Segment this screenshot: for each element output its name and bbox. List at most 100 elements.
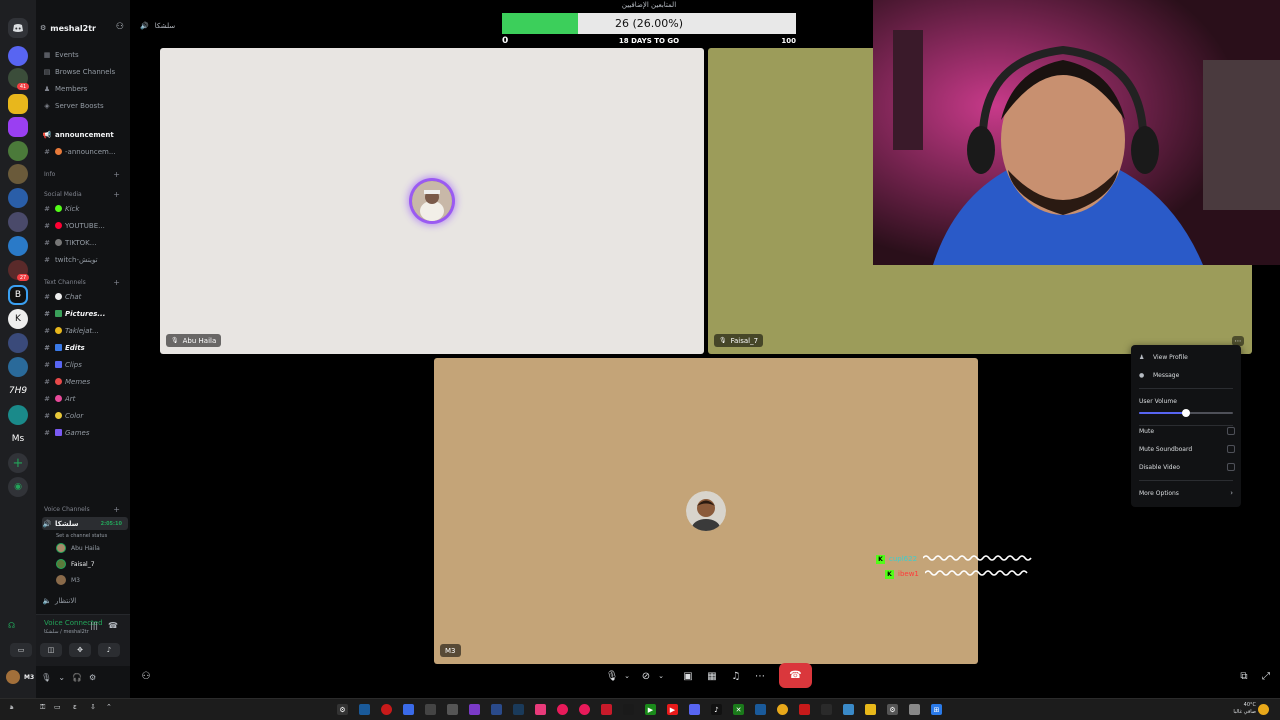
more-options-button[interactable]: ⋯: [753, 666, 767, 686]
server-icon[interactable]: [8, 46, 28, 66]
windows-start-icon[interactable]: ⊞: [931, 704, 942, 715]
server-icon[interactable]: [8, 405, 28, 425]
view-profile-item[interactable]: ♟ View Profile: [1139, 351, 1235, 363]
category-social-media[interactable]: Social Media +: [44, 188, 130, 201]
add-server-icon[interactable]: +: [8, 453, 28, 473]
app-icon[interactable]: [909, 704, 920, 715]
app-icon[interactable]: [579, 704, 590, 715]
add-channel-icon[interactable]: +: [113, 190, 120, 199]
chevron-down-icon[interactable]: ⌄: [655, 666, 667, 686]
app-icon[interactable]: [821, 704, 832, 715]
add-channel-icon[interactable]: +: [113, 278, 120, 287]
activities-button[interactable]: ▦: [705, 666, 719, 686]
category-text-channels[interactable]: Text Channels +: [44, 276, 130, 289]
server-icon[interactable]: [8, 117, 28, 137]
disconnect-button[interactable]: ☎: [779, 663, 812, 688]
screen-share-button[interactable]: ▣: [681, 666, 695, 686]
tray-icon[interactable]: ε: [73, 703, 77, 711]
weather-icon[interactable]: [1258, 704, 1269, 715]
video-tile[interactable]: 🎙 Abu Haila: [160, 48, 704, 354]
channel-announcement-sub[interactable]: # -announcem...: [42, 145, 128, 158]
slider-knob[interactable]: [1182, 409, 1190, 417]
tray-icon[interactable]: ⚿: [40, 703, 45, 712]
server-header[interactable]: ⚙ meshal2tr ⚇: [40, 19, 130, 37]
app-icon[interactable]: [755, 704, 766, 715]
mute-soundboard-checkbox[interactable]: [1227, 445, 1235, 453]
category-info[interactable]: Info +: [44, 168, 130, 181]
channel-games[interactable]: # Games: [42, 426, 128, 439]
app-icon[interactable]: [381, 704, 392, 715]
fullscreen-icon[interactable]: ⤢: [1259, 666, 1273, 686]
tray-icon[interactable]: ▭: [54, 703, 61, 711]
message-item[interactable]: ● Message: [1139, 369, 1235, 381]
channel-edits[interactable]: # Edits: [42, 341, 128, 354]
server-icon[interactable]: [8, 357, 28, 377]
more-options-item[interactable]: More Options ›: [1139, 487, 1235, 499]
nav-item-members[interactable]: ♟ Members: [42, 82, 128, 95]
channel-memes[interactable]: # Memes: [42, 375, 128, 388]
soundboard-button[interactable]: ♫: [729, 666, 743, 686]
app-icon[interactable]: [601, 704, 612, 715]
nav-item-events[interactable]: ▦ Events: [42, 48, 128, 61]
discord-icon[interactable]: [689, 704, 700, 715]
add-channel-icon[interactable]: +: [113, 170, 120, 179]
channel-taklejat[interactable]: # Taklejat...: [42, 324, 128, 337]
gear-icon[interactable]: ⚙: [89, 673, 96, 682]
app-icon[interactable]: [799, 704, 810, 715]
app-icon[interactable]: [425, 704, 436, 715]
microphone-button[interactable]: 🎙: [605, 666, 619, 686]
tiktok-icon[interactable]: ♪: [711, 704, 722, 715]
avatar[interactable]: [6, 670, 20, 684]
server-icon[interactable]: [8, 333, 28, 353]
disable-video-checkbox[interactable]: [1227, 463, 1235, 471]
chevron-down-icon[interactable]: ⌄: [621, 666, 633, 686]
server-icon[interactable]: [8, 94, 28, 114]
add-member-icon[interactable]: ⚇: [116, 22, 124, 32]
nav-item-server-boosts[interactable]: ◈ Server Boosts: [42, 99, 128, 112]
activities-button[interactable]: ✥: [69, 643, 91, 657]
channel-chat[interactable]: # Chat: [42, 290, 128, 303]
channel-color[interactable]: # Color: [42, 409, 128, 422]
app-icon[interactable]: [359, 704, 370, 715]
add-channel-icon[interactable]: +: [113, 505, 120, 514]
server-icon[interactable]: [8, 212, 28, 232]
server-icon[interactable]: 7H9: [8, 381, 28, 401]
channel-announcement[interactable]: 📢 announcement: [42, 128, 128, 141]
voice-user[interactable]: Faisal_7: [56, 557, 95, 571]
app-icon[interactable]: [843, 704, 854, 715]
folder-icon[interactable]: [865, 704, 876, 715]
tray-icon[interactable]: ⇩: [90, 703, 96, 711]
play-icon[interactable]: ▶: [645, 704, 656, 715]
noise-suppression-icon[interactable]: |||: [90, 621, 98, 630]
user-volume-slider[interactable]: [1139, 409, 1233, 417]
discover-icon[interactable]: ◉: [8, 477, 28, 497]
xbox-icon[interactable]: ✕: [733, 704, 744, 715]
voice-channel-waiting[interactable]: 🔈 الانتظار: [42, 594, 128, 607]
activity-icon[interactable]: ⚇: [140, 666, 152, 686]
channel-art[interactable]: # Art: [42, 392, 128, 405]
channel-youtube[interactable]: # YOUTUBE...: [42, 219, 128, 232]
voice-user[interactable]: M3: [56, 573, 80, 587]
server-icon[interactable]: [8, 164, 28, 184]
app-icon[interactable]: ⚙: [337, 704, 348, 715]
server-icon[interactable]: [8, 188, 28, 208]
server-icon[interactable]: [8, 141, 28, 161]
camera-off-button[interactable]: ⊘: [639, 666, 653, 686]
server-icon[interactable]: K: [8, 309, 28, 329]
tray-icon[interactable]: ه‍: [10, 703, 14, 711]
youtube-icon[interactable]: ▶: [667, 704, 678, 715]
app-icon[interactable]: [403, 704, 414, 715]
voice-user[interactable]: Abu Haila: [56, 541, 100, 555]
mute-soundboard-item[interactable]: Mute Soundboard: [1139, 443, 1235, 455]
weather-clock[interactable]: 40°C صافي غالبا: [1233, 702, 1256, 716]
screen-share-button[interactable]: ◫: [40, 643, 62, 657]
gear-icon[interactable]: ⚙: [887, 704, 898, 715]
soundboard-button[interactable]: ♪: [98, 643, 120, 657]
app-icon[interactable]: [491, 704, 502, 715]
mute-checkbox[interactable]: [1227, 427, 1235, 435]
server-icon[interactable]: Ms: [8, 429, 28, 449]
server-icon[interactable]: [8, 236, 28, 256]
channel-pictures[interactable]: # Pictures...: [42, 307, 128, 320]
headphones-icon[interactable]: 🎧: [72, 673, 82, 682]
app-icon[interactable]: [535, 704, 546, 715]
